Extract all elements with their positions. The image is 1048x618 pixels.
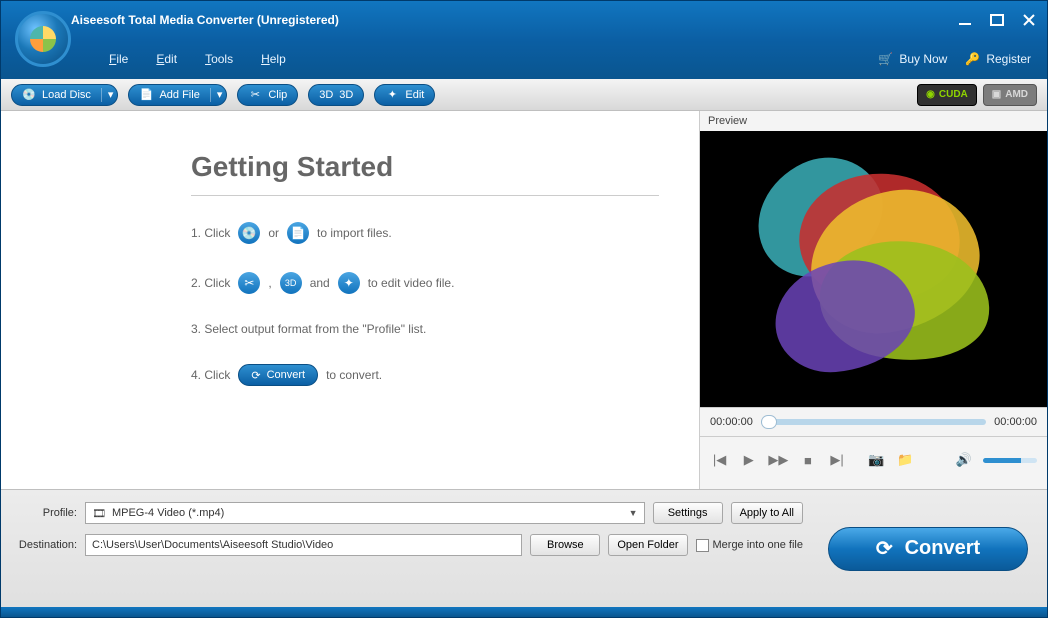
cuda-badge[interactable]: ◉ CUDA [917, 84, 977, 106]
preview-label: Preview [700, 111, 1047, 131]
getting-started-title: Getting Started [191, 151, 659, 183]
buy-now-label: Buy Now [899, 52, 947, 66]
play-button[interactable]: ▶ [739, 450, 758, 470]
convert-sample-button: ⟳ Convert [238, 364, 318, 386]
edit-label: Edit [405, 89, 424, 101]
open-folder-button[interactable]: Open Folder [608, 534, 687, 556]
amd-label: AMD [1005, 89, 1028, 100]
menu-tools[interactable]: Tools [201, 48, 237, 70]
toolbar: 💿 Load Disc ▾ 📄 Add File ▾ ✂ Clip 3D 3D … [1, 79, 1047, 111]
chevron-down-icon: ▾ [108, 88, 114, 101]
file-plus-icon: 📄 [287, 222, 309, 244]
nvidia-icon: ◉ [926, 89, 935, 100]
menu-bar: File Edit Tools Help 🛒 Buy Now 🔑 Registe… [1, 39, 1047, 79]
settings-button[interactable]: Settings [653, 502, 723, 524]
three-d-button[interactable]: 3D 3D [308, 84, 364, 106]
time-total: 00:00:00 [994, 416, 1037, 428]
profile-label: Profile: [15, 507, 77, 519]
destination-label: Destination: [15, 539, 77, 551]
volume-icon[interactable]: 🔊 [954, 450, 973, 470]
open-snapshot-folder-button[interactable]: 📁 [896, 450, 915, 470]
destination-input[interactable]: C:\Users\User\Documents\Aiseesoft Studio… [85, 534, 522, 556]
three-d-icon: 3D [319, 88, 333, 102]
preview-pane: Preview 00:00:00 00:00:00 |◀ ▶ ▶▶ ■ ▶| [699, 111, 1047, 489]
stop-button[interactable]: ■ [798, 450, 817, 470]
add-file-icon: 📄 [139, 88, 153, 102]
preview-display [700, 131, 1047, 407]
convert-button[interactable]: ⟳ Convert [828, 527, 1028, 571]
step-1: 1. Click 💿 or 📄 to import files. [191, 222, 659, 244]
disc-icon: 💿 [22, 88, 36, 102]
next-button[interactable]: ▶| [828, 450, 847, 470]
load-disc-label: Load Disc [42, 89, 91, 101]
wand-icon: ✦ [385, 88, 399, 102]
apply-to-all-button[interactable]: Apply to All [731, 502, 803, 524]
maximize-button[interactable] [987, 11, 1007, 29]
footer-strip [1, 607, 1047, 617]
step-3: 3. Select output format from the "Profil… [191, 322, 659, 336]
title-bar: Aiseesoft Total Media Converter (Unregis… [1, 1, 1047, 79]
merge-label: Merge into one file [713, 539, 804, 551]
window-title: Aiseesoft Total Media Converter (Unregis… [71, 13, 955, 27]
add-file-button[interactable]: 📄 Add File ▾ [128, 84, 227, 106]
three-d-label: 3D [339, 89, 353, 101]
wand-step-icon: ✦ [338, 272, 360, 294]
step-4: 4. Click ⟳ Convert to convert. [191, 364, 659, 386]
checkbox-icon [696, 539, 709, 552]
player-controls: |◀ ▶ ▶▶ ■ ▶| 📷 📁 🔊 [700, 437, 1047, 483]
key-icon: 🔑 [965, 52, 980, 66]
chevron-down-icon: ▼ [629, 508, 638, 518]
destination-value: C:\Users\User\Documents\Aiseesoft Studio… [92, 539, 333, 551]
convert-label: Convert [905, 537, 981, 560]
time-current: 00:00:00 [710, 416, 753, 428]
refresh-icon: ⟳ [251, 369, 260, 382]
step-2: 2. Click ✂ , 3D and ✦ to edit video file… [191, 272, 659, 294]
add-file-label: Add File [159, 89, 199, 101]
profile-value: MPEG-4 Video (*.mp4) [112, 507, 224, 519]
amd-badge[interactable]: ▣ AMD [983, 84, 1037, 106]
prev-button[interactable]: |◀ [710, 450, 729, 470]
amd-icon: ▣ [992, 89, 1001, 100]
menu-edit[interactable]: Edit [152, 48, 181, 70]
buy-now-link[interactable]: 🛒 Buy Now [878, 52, 947, 66]
disc-plus-icon: 💿 [238, 222, 260, 244]
minimize-button[interactable] [955, 11, 975, 29]
profile-select[interactable]: 🎞 MPEG-4 Video (*.mp4) ▼ [85, 502, 645, 524]
three-d-step-icon: 3D [280, 272, 302, 294]
cart-icon: 🛒 [878, 52, 893, 66]
app-logo-icon [15, 11, 71, 67]
chevron-down-icon: ▾ [217, 88, 223, 101]
clip-button[interactable]: ✂ Clip [237, 84, 298, 106]
scissors-icon: ✂ [248, 88, 262, 102]
load-disc-button[interactable]: 💿 Load Disc ▾ [11, 84, 118, 106]
browse-button[interactable]: Browse [530, 534, 600, 556]
cuda-label: CUDA [939, 89, 968, 100]
clip-label: Clip [268, 89, 287, 101]
fast-forward-button[interactable]: ▶▶ [768, 450, 788, 470]
close-button[interactable] [1019, 11, 1039, 29]
seek-slider[interactable] [761, 419, 986, 425]
register-link[interactable]: 🔑 Register [965, 52, 1031, 66]
scissors-icon: ✂ [238, 272, 260, 294]
merge-checkbox[interactable]: Merge into one file [696, 539, 804, 552]
refresh-icon: ⟳ [876, 536, 893, 561]
register-label: Register [986, 52, 1031, 66]
time-row: 00:00:00 00:00:00 [700, 407, 1047, 437]
menu-help[interactable]: Help [257, 48, 290, 70]
mpeg-icon: 🎞 [92, 507, 106, 520]
getting-started-pane: Getting Started 1. Click 💿 or 📄 to impor… [1, 111, 699, 489]
edit-button[interactable]: ✦ Edit [374, 84, 435, 106]
menu-file[interactable]: File [105, 48, 132, 70]
volume-slider[interactable] [983, 458, 1037, 463]
bottom-panel: Profile: 🎞 MPEG-4 Video (*.mp4) ▼ Settin… [1, 489, 1047, 607]
snapshot-button[interactable]: 📷 [867, 450, 886, 470]
